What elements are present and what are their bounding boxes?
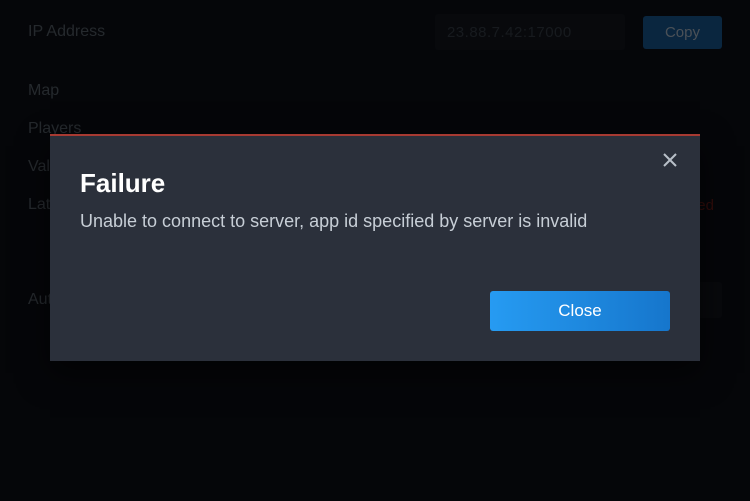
dialog-close-primary-button[interactable]: Close xyxy=(490,291,670,331)
dialog-close-button[interactable] xyxy=(658,150,682,174)
dialog-title: Failure xyxy=(80,168,670,199)
close-icon xyxy=(662,152,678,173)
dialog-message: Unable to connect to server, app id spec… xyxy=(80,209,670,233)
failure-dialog: Failure Unable to connect to server, app… xyxy=(50,134,700,361)
